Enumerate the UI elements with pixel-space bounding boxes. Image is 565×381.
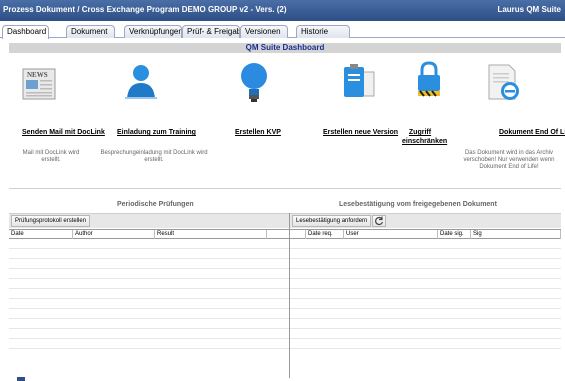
periodic-toolbar: Prüfungsprotokoll erstellen: [9, 213, 289, 228]
table-row[interactable]: [290, 329, 561, 339]
table-row[interactable]: [9, 259, 289, 269]
svg-text:NEWS: NEWS: [27, 71, 48, 79]
create-kvp-link[interactable]: Erstellen KVP: [235, 128, 281, 137]
table-row[interactable]: [9, 309, 289, 319]
dashboard-panel: QM Suite Dashboard NEWS Senden Mail mit …: [9, 38, 565, 378]
table-row[interactable]: [290, 309, 561, 319]
table-row[interactable]: [290, 279, 561, 289]
tab-dashboard[interactable]: Dashboard: [2, 25, 49, 39]
table-row[interactable]: [9, 319, 289, 329]
status-bar-icon: [17, 377, 25, 381]
table-row[interactable]: [9, 299, 289, 309]
column-sig[interactable]: Sig: [471, 230, 561, 239]
table-row[interactable]: [9, 239, 289, 249]
user-label: Laurus QM Suite: [497, 5, 561, 14]
tab-historie[interactable]: Historie: [296, 25, 350, 38]
tab-verknuepfungen[interactable]: Verknüpfungen: [124, 25, 182, 38]
reading-confirmation-title: Lesebestätigung vom freigegebenen Dokume…: [339, 201, 497, 208]
lightbulb-icon[interactable]: [239, 61, 269, 105]
column-date-sig[interactable]: Date sig.: [438, 230, 471, 239]
send-mail-description: Mail mit DocLink wird erstellt.: [22, 150, 80, 163]
create-new-version-link[interactable]: Erstellen neue Version: [323, 128, 398, 137]
refresh-icon[interactable]: [372, 215, 386, 227]
document-end-icon[interactable]: [487, 63, 521, 103]
table-row[interactable]: [9, 249, 289, 259]
column-author[interactable]: Author: [73, 230, 155, 239]
table-row[interactable]: [9, 339, 289, 349]
tab-label: Verknüpfungen: [129, 27, 182, 36]
table-row[interactable]: [290, 249, 561, 259]
column-date[interactable]: Date: [9, 230, 73, 239]
periodic-table-header: Date Author Result: [9, 229, 289, 239]
table-row[interactable]: [290, 259, 561, 269]
tab-dokument[interactable]: Dokument: [66, 25, 115, 38]
training-invitation-link[interactable]: Einladung zum Training: [117, 128, 196, 137]
reading-table-header: Date req. User Date sig. Sig: [290, 229, 561, 239]
table-row[interactable]: [9, 329, 289, 339]
reading-table-body: [290, 239, 561, 359]
table-row[interactable]: [290, 339, 561, 349]
window-title: Prozess Dokument / Cross Exchange Progra…: [3, 5, 287, 14]
section-divider: [9, 188, 561, 189]
table-row[interactable]: [290, 299, 561, 309]
reading-toolbar: Lesebestätigung anfordern: [290, 213, 561, 228]
request-reading-confirmation-button[interactable]: Lesebestätigung anfordern: [292, 215, 372, 227]
tab-label: Versionen: [245, 27, 281, 36]
dashboard-header: QM Suite Dashboard: [9, 43, 561, 53]
tab-label: Dashboard: [7, 27, 47, 36]
window-title-bar: Prozess Dokument / Cross Exchange Progra…: [0, 0, 565, 21]
table-row[interactable]: [290, 269, 561, 279]
tab-versionen[interactable]: Versionen: [240, 25, 288, 38]
new-version-icon[interactable]: [342, 64, 376, 100]
column-user[interactable]: User: [344, 230, 438, 239]
document-end-of-life-link[interactable]: Dokument End Of Life: [499, 128, 565, 137]
newspaper-icon[interactable]: NEWS: [22, 65, 56, 101]
column-date-req[interactable]: Date req.: [306, 230, 344, 239]
table-row[interactable]: [9, 269, 289, 279]
end-of-life-description: Das Dokument wird in das Archiv verschob…: [463, 150, 555, 170]
table-row[interactable]: [9, 289, 289, 299]
training-description: Besprechungeinladung mit DocLink wird er…: [100, 150, 208, 163]
tab-label: Dokument: [71, 27, 108, 36]
column-blank[interactable]: [290, 230, 306, 239]
tab-label: Prüf- & Freigabe: [187, 27, 240, 36]
column-result[interactable]: Result: [155, 230, 267, 239]
table-row[interactable]: [9, 279, 289, 289]
tab-pruef-freigabe[interactable]: Prüf- & Freigabe: [182, 25, 240, 38]
tab-label: Historie: [301, 27, 329, 36]
restrict-access-link[interactable]: Zugriff einschränken: [402, 128, 447, 146]
padlock-icon[interactable]: [415, 60, 443, 98]
table-row[interactable]: [290, 319, 561, 329]
person-icon[interactable]: [124, 63, 158, 101]
create-inspection-report-button[interactable]: Prüfungsprotokoll erstellen: [11, 215, 91, 227]
periodic-table-body: [9, 239, 289, 359]
send-mail-doclink-link[interactable]: Senden Mail mit DocLink: [22, 128, 105, 137]
tab-strip: Dashboard Dokument Verknüpfungen Prüf- &…: [0, 24, 565, 39]
table-row[interactable]: [290, 289, 561, 299]
table-row[interactable]: [290, 239, 561, 249]
periodic-checks-title: Periodische Prüfungen: [117, 201, 194, 208]
